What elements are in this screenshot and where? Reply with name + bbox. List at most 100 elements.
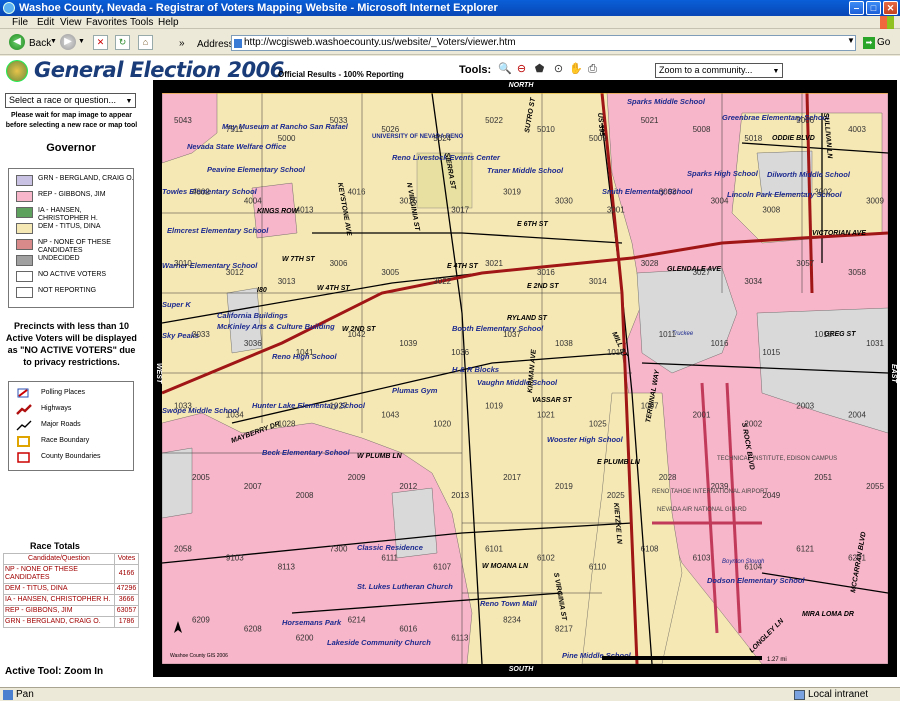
precinct-number: 6101 [485, 544, 503, 553]
back-button[interactable]: Back [29, 38, 51, 49]
precinct-number: 1039 [399, 339, 417, 348]
address-dropdown-icon[interactable]: ▼ [846, 36, 856, 50]
map-legend-label: Race Boundary [41, 437, 90, 444]
precinct-number: 1019 [485, 402, 503, 411]
precinct-number: 4004 [244, 196, 262, 205]
precinct-number: 6108 [641, 544, 659, 553]
map-street-label: E 6TH ST [517, 221, 548, 228]
map-place-label: Plumas Gym [392, 386, 438, 395]
votes-cell: 4166 [114, 564, 139, 584]
precinct-map[interactable]: May Museum at Rancho San Rafael Nevada S… [162, 93, 888, 664]
precinct-number: 8113 [278, 562, 296, 571]
pan-north-button[interactable]: NORTH [496, 82, 546, 92]
address-input[interactable]: http://wcgisweb.washoecounty.us/website/… [231, 35, 856, 51]
race-totals-title: Race Totals [30, 541, 80, 551]
race-select[interactable]: Select a race or question... ▼ [5, 93, 136, 108]
precinct-number: 4013 [296, 205, 314, 214]
precinct-number: 6103 [693, 553, 711, 562]
votes-cell: 47296 [114, 583, 139, 595]
precinct-number: 6209 [192, 616, 210, 625]
precinct-number: 2051 [814, 473, 832, 482]
legend-label: DEM - TITUS, DINA [38, 223, 101, 230]
pan-hand-icon[interactable]: ✋ [569, 63, 583, 76]
legend-swatch [16, 287, 33, 298]
precinct-number: 5043 [174, 116, 192, 125]
precinct-number: 5024 [433, 134, 451, 143]
identify-icon[interactable]: ⊙ [552, 63, 565, 76]
zoom-community-select[interactable]: Zoom to a community... ▼ [655, 63, 783, 78]
menu-favorites[interactable]: Favorites [86, 17, 127, 28]
home-icon[interactable]: ⌂ [138, 35, 153, 50]
zoom-in-icon[interactable]: 🔍 [498, 63, 512, 76]
toolbar-overflow-icon[interactable]: » [179, 38, 185, 49]
major-road-icon [16, 420, 32, 431]
back-dropdown-icon[interactable]: ▼ [50, 38, 57, 45]
precinct-number: 2039 [711, 482, 729, 491]
pan-east-button[interactable]: EAST [888, 348, 897, 398]
map-place-label: California Buildings [217, 311, 288, 320]
scale-label: 1.27 mi [767, 657, 787, 663]
map-street-label: E 2ND ST [527, 283, 559, 290]
map-place-label: Hunter Lake Elementary School [252, 401, 366, 410]
map-legend-label: County Boundaries [41, 453, 101, 460]
refresh-icon[interactable]: ↻ [115, 35, 130, 50]
race-boundary-icon [17, 436, 30, 447]
precinct-number: 6214 [348, 616, 366, 625]
window-title: Washoe County, Nevada - Registrar of Vot… [19, 2, 498, 14]
wait-note: Please wait for map image to appear befo… [5, 112, 138, 129]
precinct-number: 2007 [244, 482, 262, 491]
table-row: IA - HANSEN, CHRISTOPHER H. 3666 [3, 594, 139, 606]
back-arrow-icon[interactable]: ◀ [9, 34, 25, 50]
close-icon[interactable]: ✕ [883, 1, 898, 15]
precinct-number: 3010 [174, 259, 192, 268]
zone-text: Local intranet [808, 689, 869, 700]
minimize-icon[interactable]: ‒ [849, 1, 864, 15]
maximize-icon[interactable]: □ [866, 1, 881, 15]
precinct-number: 2001 [693, 411, 711, 420]
map-place-label: Sparks Middle School [627, 97, 706, 106]
precinct-number: 6110 [589, 562, 607, 571]
forward-dropdown-icon[interactable]: ▼ [78, 38, 85, 45]
pan-west-button[interactable]: WEST [153, 348, 162, 398]
zoom-out-icon[interactable]: ⊖ [515, 63, 528, 76]
print-icon[interactable]: ⎙ [586, 63, 599, 76]
precinct-number: 3003 [659, 187, 677, 196]
precinct-number: 3008 [762, 205, 780, 214]
no-voters-region [162, 447, 193, 519]
precinct-number: 3016 [537, 268, 555, 277]
address-value: http://wcgisweb.washoecounty.us/website/… [244, 37, 516, 48]
precinct-number: 2002 [744, 420, 762, 429]
forward-arrow-icon[interactable]: ▶ [60, 34, 76, 50]
race-select-value: Select a race or question... [9, 95, 117, 105]
candidate-cell: REP - GIBBONS, JIM [3, 605, 115, 617]
scale-bar [602, 656, 762, 660]
full-extent-icon[interactable]: ⬟ [533, 63, 546, 76]
map-place-label: Classic Residence [357, 543, 423, 552]
precinct-number: 2017 [503, 473, 521, 482]
precinct-number: 1025 [589, 420, 607, 429]
precinct-number: 3057 [796, 259, 814, 268]
go-button[interactable]: ➡ Go [863, 37, 890, 49]
menu-view[interactable]: View [60, 17, 82, 28]
map-place-label: Wooster High School [547, 435, 624, 444]
tools-label: Tools: [459, 64, 492, 76]
window-title-bar: Washoe County, Nevada - Registrar of Vot… [0, 0, 900, 16]
menu-file[interactable]: File [12, 17, 28, 28]
precinct-number: 6200 [296, 634, 314, 643]
map-legend-label: Polling Places [41, 389, 85, 396]
menu-edit[interactable]: Edit [37, 17, 54, 28]
menu-tools[interactable]: Tools [130, 17, 153, 28]
legend-swatch [16, 271, 33, 282]
menu-help[interactable]: Help [158, 17, 179, 28]
map-place-label: McKinley Arts & Culture Building [217, 322, 335, 331]
precinct-number: 1011 [659, 330, 677, 339]
map-place-label: Reno Town Mall [480, 599, 538, 608]
candidate-cell: GRN - BERGLAND, CRAIG O. [3, 616, 115, 628]
stop-icon[interactable]: ✕ [93, 35, 108, 50]
precinct-number: 3034 [744, 277, 762, 286]
intranet-zone-icon [794, 690, 805, 700]
pan-south-button[interactable]: SOUTH [496, 666, 546, 676]
precinct-number: 1027 [330, 402, 348, 411]
status-text: Pan [16, 689, 34, 700]
map-place-label: TECHNICAL INSTITUTE, EDISON CAMPUS [717, 456, 837, 462]
